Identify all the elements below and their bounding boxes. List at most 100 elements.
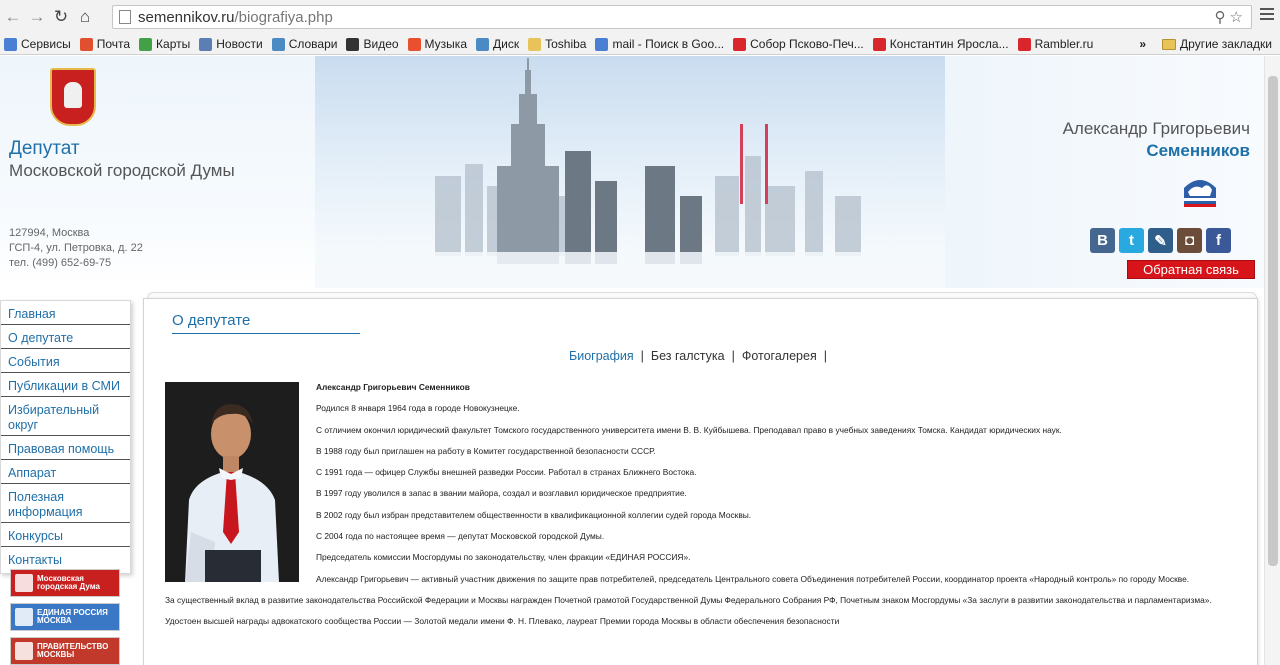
sidebar-banner[interactable]: ЕДИНАЯ РОССИЯ МОСКВА bbox=[10, 603, 120, 631]
instagram-icon[interactable]: ◘ bbox=[1177, 228, 1202, 253]
bookmark-item[interactable]: mail - Поиск в Goo... bbox=[595, 37, 724, 51]
feedback-button[interactable]: Обратная связь bbox=[1127, 260, 1255, 279]
bookmark-item[interactable]: Сервисы bbox=[4, 37, 71, 51]
browser-toolbar: ← → ↻ ⌂ semennikov.ru/biografiya.php ⚲ ☆ bbox=[0, 0, 1280, 34]
bookmark-label: Словари bbox=[288, 37, 338, 51]
bookmark-favicon-icon bbox=[733, 37, 747, 51]
scrollbar-thumb[interactable] bbox=[1268, 76, 1278, 566]
bio-heading: Александр Григорьевич Семенников bbox=[316, 382, 470, 392]
bookmark-label: Диск bbox=[493, 37, 520, 51]
folder-icon bbox=[1162, 38, 1177, 50]
bookmark-label: Новости bbox=[216, 37, 263, 51]
url-host: semennikov.ru bbox=[138, 8, 235, 26]
bio-paragraph: В 1997 году уволился в запас в звании ма… bbox=[316, 488, 687, 499]
chrome-menu-icon[interactable] bbox=[1260, 8, 1274, 22]
site-title[interactable]: Депутат Московской городской Думы bbox=[9, 138, 235, 182]
subnav-separator: | bbox=[731, 349, 735, 363]
subnav-separator: | bbox=[823, 349, 827, 363]
bookmark-item[interactable]: Toshiba bbox=[528, 37, 586, 51]
vk-icon[interactable]: B bbox=[1090, 228, 1115, 253]
bookmark-label: Константин Яросла... bbox=[889, 37, 1009, 51]
bookmark-favicon-icon bbox=[476, 37, 489, 51]
banner-label: Московская городская Дума bbox=[37, 574, 100, 591]
facebook-icon[interactable]: f bbox=[1206, 228, 1231, 253]
address-url[interactable]: semennikov.ru/biografiya.php bbox=[138, 9, 333, 26]
sidebar-item[interactable]: События bbox=[1, 352, 130, 373]
sidebar-item[interactable]: Аппарат bbox=[1, 463, 130, 484]
bookmarks-overflow: » Другие закладки bbox=[1139, 37, 1272, 51]
forward-arrow-icon[interactable]: → bbox=[26, 6, 48, 28]
sidebar-banner[interactable]: ПРАВИТЕЛЬСТВО МОСКВЫ bbox=[10, 637, 120, 665]
contact-address: 127994, Москва ГСП-4, ул. Петровка, д. 2… bbox=[9, 226, 143, 271]
back-arrow-icon[interactable]: ← bbox=[2, 6, 24, 28]
reload-icon[interactable]: ↻ bbox=[50, 6, 72, 28]
subnav: Биография | Без галстука | Фотогалерея | bbox=[144, 349, 1259, 363]
banner-emblem-icon bbox=[15, 642, 33, 660]
subnav-link[interactable]: Биография bbox=[569, 349, 634, 363]
site-title-line1: Депутат bbox=[9, 138, 80, 159]
deputy-name: Александр Григорьевич Семенников bbox=[1063, 118, 1250, 162]
bookmark-item[interactable]: Диск bbox=[476, 37, 519, 51]
bookmark-favicon-icon bbox=[79, 37, 93, 51]
subnav-separator: | bbox=[640, 349, 644, 363]
bio-paragraph: С 1991 года — офицер Службы внешней разв… bbox=[316, 467, 697, 478]
social-links: Bt ✎ ◘ f bbox=[1090, 228, 1231, 253]
bookmark-favicon-icon bbox=[872, 37, 886, 51]
bookmark-star-icon[interactable]: ☆ bbox=[1230, 8, 1243, 26]
address-bar[interactable]: semennikov.ru/biografiya.php ⚲ ☆ bbox=[112, 5, 1252, 29]
united-russia-bear-icon bbox=[1184, 180, 1216, 207]
twitter-icon[interactable]: t bbox=[1119, 228, 1144, 253]
bookmark-item[interactable]: Новости bbox=[199, 37, 263, 51]
sidebar-nav: Главная О депутате События Публикации в СМИ… bbox=[0, 300, 131, 574]
home-icon[interactable]: ⌂ bbox=[74, 6, 96, 28]
united-russia-logo[interactable] bbox=[1180, 168, 1220, 214]
livejournal-icon[interactable]: ✎ bbox=[1148, 228, 1173, 253]
site-header: Депутат Московской городской Думы 127994… bbox=[0, 56, 1264, 288]
sidebar-item[interactable]: Контакты bbox=[1, 550, 130, 570]
other-bookmarks-label[interactable]: Другие закладки bbox=[1180, 37, 1272, 51]
sidebar-item[interactable]: Главная bbox=[1, 304, 130, 325]
bookmark-item[interactable]: Видео bbox=[346, 37, 399, 51]
moscow-coat-of-arms-icon[interactable] bbox=[50, 68, 96, 126]
bookmark-label: Rambler.ru bbox=[1034, 37, 1094, 51]
bookmark-label: Почта bbox=[96, 37, 131, 51]
page-scrollbar[interactable] bbox=[1264, 56, 1280, 665]
sidebar-item[interactable]: О депутате bbox=[1, 328, 130, 349]
bookmark-item[interactable]: Музыка bbox=[407, 37, 467, 51]
bookmark-item[interactable]: Собор Псково-Печ... bbox=[733, 37, 864, 51]
sidebar-banner[interactable]: Московская городская Дума bbox=[10, 569, 120, 597]
sidebar-item[interactable]: Полезная информация bbox=[1, 487, 130, 523]
bookmark-label: mail - Поиск в Goo... bbox=[612, 37, 725, 51]
bookmark-favicon-icon bbox=[4, 37, 17, 51]
bio-paragraph: Удостоен высшей награды адвокатского соо… bbox=[165, 616, 840, 627]
site-title-line2: Московской городской Думы bbox=[9, 161, 235, 180]
bookmark-item[interactable]: Константин Яросла... bbox=[872, 37, 1009, 51]
sidebar-item[interactable]: Конкурсы bbox=[1, 526, 130, 547]
bookmarks-more-chevron[interactable]: » bbox=[1139, 37, 1146, 51]
bookmark-item[interactable]: Словари bbox=[271, 37, 338, 51]
bio-paragraph: В 2002 году был избран представителем об… bbox=[316, 509, 752, 520]
bookmark-item[interactable]: Карты bbox=[139, 37, 190, 51]
sidebar-item[interactable]: Правовая помощь bbox=[1, 439, 130, 460]
subnav-link[interactable]: Без галстука bbox=[651, 349, 725, 363]
bookmark-item[interactable]: Rambler.ru bbox=[1017, 37, 1094, 51]
banner-emblem-icon bbox=[15, 608, 33, 626]
bookmark-favicon-icon bbox=[271, 37, 285, 51]
bio-paragraph: В 1988 году был приглашен на работу в Ко… bbox=[316, 445, 656, 456]
address-line: ГСП-4, ул. Петровка, д. 22 bbox=[9, 242, 143, 254]
bookmark-label: Сервисы bbox=[21, 37, 71, 51]
deputy-first-names: Александр Григорьевич bbox=[1062, 119, 1250, 138]
bookmark-item[interactable]: Почта bbox=[79, 37, 131, 51]
bookmark-favicon-icon bbox=[528, 37, 542, 51]
address-line: 127994, Москва bbox=[9, 227, 90, 239]
zoom-icon[interactable]: ⚲ bbox=[1215, 8, 1226, 26]
banner-label: ПРАВИТЕЛЬСТВО МОСКВЫ bbox=[37, 642, 109, 659]
bookmark-favicon-icon bbox=[1017, 37, 1031, 51]
sidebar-item[interactable]: Публикации в СМИ bbox=[1, 376, 130, 397]
biography-text: Александр Григорьевич Семенников Родился … bbox=[165, 382, 1243, 638]
content-panel: О депутате Биография | Без галстука | Фотога… bbox=[143, 298, 1258, 665]
subnav-link[interactable]: Фотогалерея bbox=[742, 349, 817, 363]
bookmark-label: Карты bbox=[156, 37, 191, 51]
sidebar-item[interactable]: Избирательный округ bbox=[1, 400, 130, 436]
sidebar-banners: Московская городская Дума ЕДИНАЯ РОССИЯ М… bbox=[10, 569, 120, 665]
